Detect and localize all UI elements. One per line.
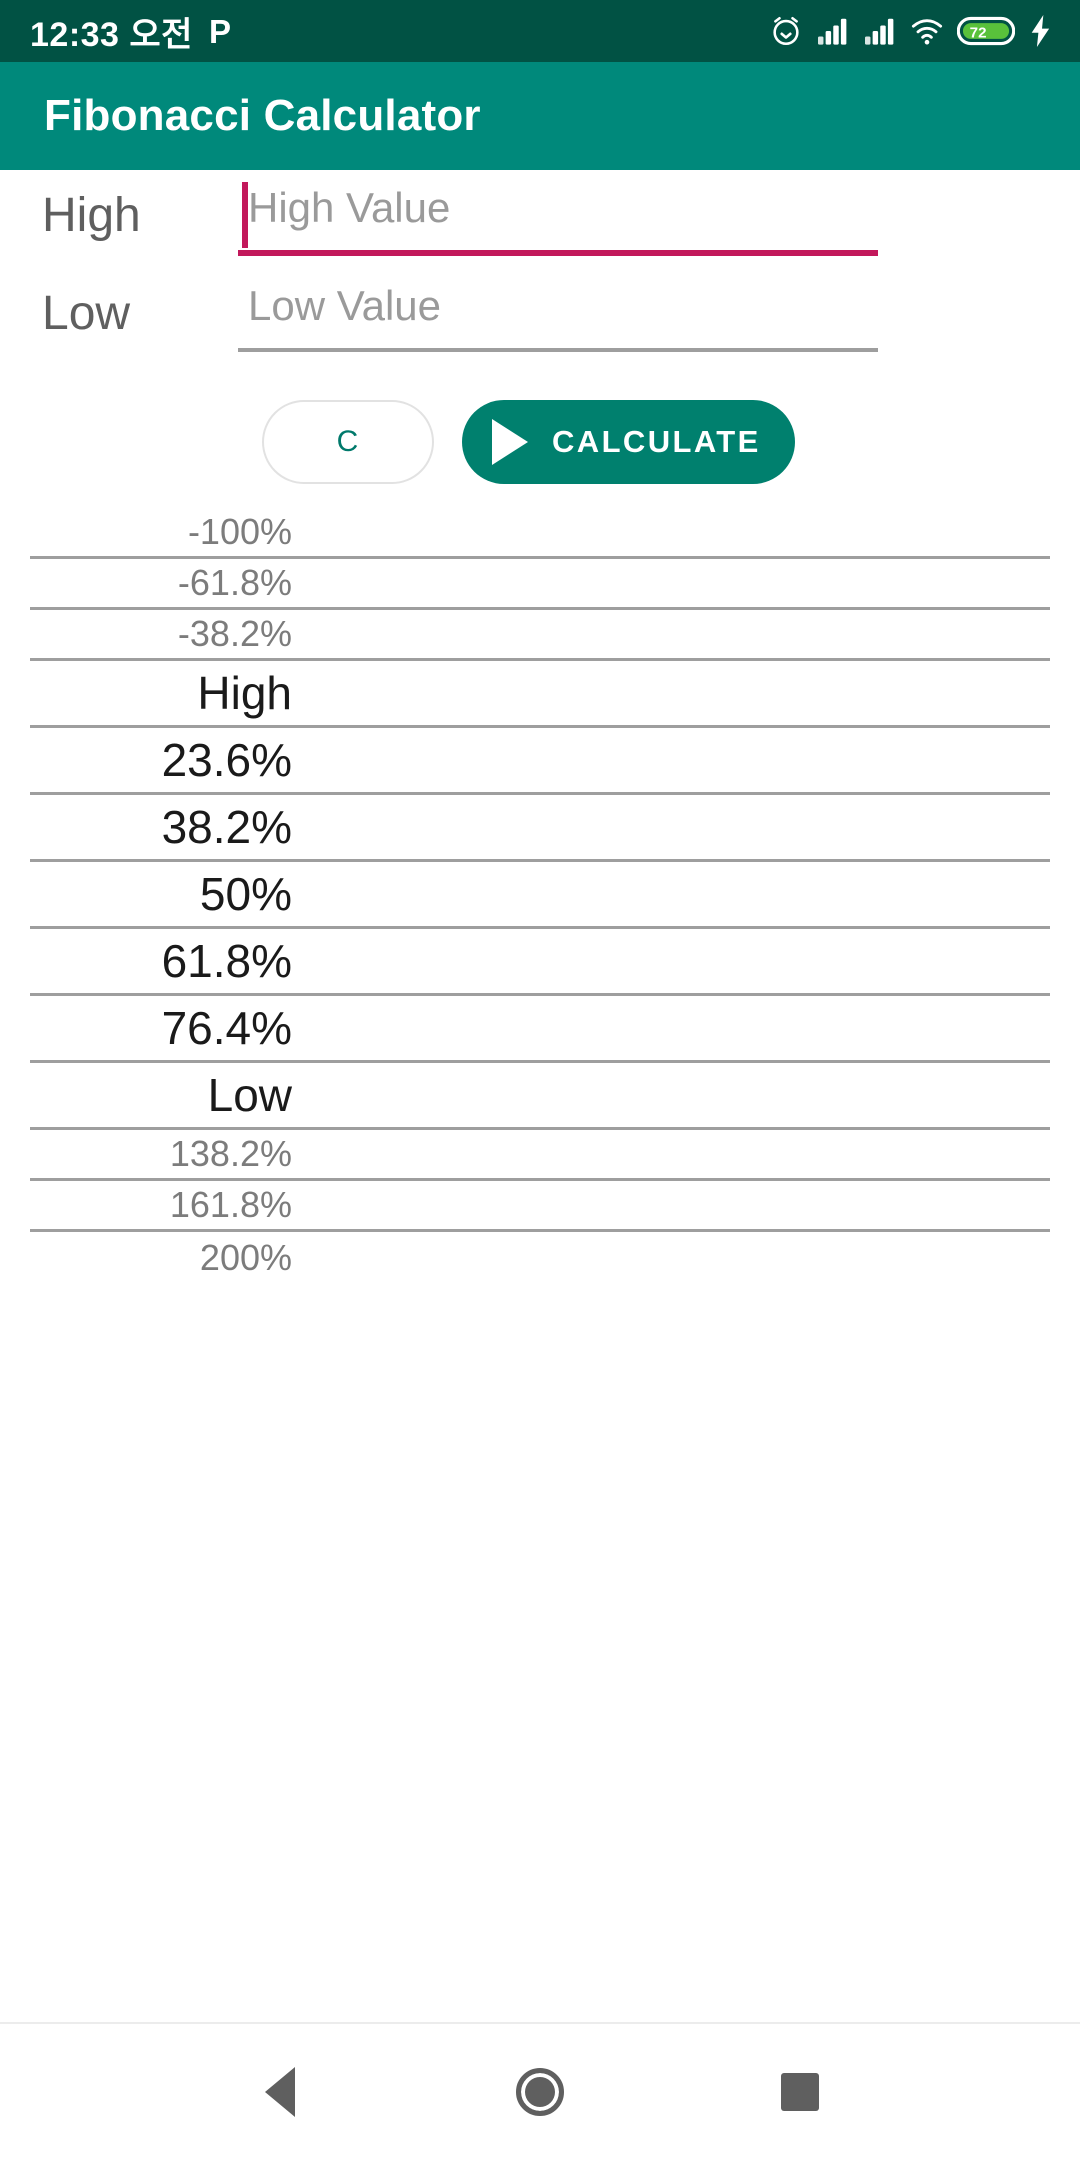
level-label: 50%	[199, 868, 292, 920]
app-title: Fibonacci Calculator	[44, 91, 481, 140]
signal-icon-1	[818, 18, 847, 45]
main-content: High Low C CALCULATE -100% -61.8% -38.2% Hi…	[0, 170, 1080, 1283]
table-row: 23.6%	[30, 728, 1050, 795]
level-label: 23.6%	[161, 734, 292, 786]
text-caret	[242, 182, 248, 248]
fibonacci-levels-list: -100% -61.8% -38.2% High 23.6% 38.2% 50% 61.8% 7…	[0, 508, 1080, 1283]
level-label: 61.8%	[161, 935, 292, 987]
charging-bolt-icon	[1031, 15, 1050, 47]
level-label: 200%	[199, 1236, 292, 1278]
low-field-row: Low	[0, 268, 1080, 366]
table-row: 138.2%	[30, 1130, 1050, 1181]
table-row: -100%	[30, 508, 1050, 559]
nav-back-button[interactable]	[220, 2032, 340, 2152]
high-field-row: High	[0, 170, 1080, 268]
status-bar-clock: 12:33 오전	[30, 15, 193, 54]
app-bar: Fibonacci Calculator	[0, 62, 1080, 170]
signal-icon-2	[865, 18, 894, 45]
p-app-icon: P	[208, 12, 231, 50]
low-input-wrap	[238, 268, 878, 352]
table-row: 38.2%	[30, 795, 1050, 862]
alarm-icon	[773, 16, 799, 46]
battery-icon: 72	[957, 16, 1015, 46]
status-bar-right: 72	[769, 14, 1054, 48]
level-label: 138.2%	[169, 1133, 292, 1174]
clear-button[interactable]: C	[262, 400, 434, 484]
level-label: High	[197, 667, 292, 719]
status-bar-left: 12:33 오전 P	[30, 7, 231, 56]
table-row: 161.8%	[30, 1181, 1050, 1232]
nav-home-button[interactable]	[480, 2032, 600, 2152]
table-row: Low	[30, 1063, 1050, 1130]
high-underline	[238, 250, 878, 256]
level-label: -38.2%	[177, 613, 292, 654]
back-icon	[265, 2067, 295, 2117]
wifi-icon	[911, 19, 943, 45]
home-icon	[516, 2068, 564, 2116]
android-nav-bar	[0, 2022, 1080, 2160]
high-value-input[interactable]	[238, 170, 878, 250]
table-row: -38.2%	[30, 610, 1050, 661]
table-row: 76.4%	[30, 996, 1050, 1063]
battery-level-text: 72	[970, 25, 987, 42]
low-underline	[238, 348, 878, 352]
calculate-button-label: CALCULATE	[552, 424, 761, 459]
high-input-wrap	[238, 170, 878, 256]
nav-recents-button[interactable]	[740, 2032, 860, 2152]
table-row: 50%	[30, 862, 1050, 929]
calculate-button[interactable]: CALCULATE	[462, 400, 795, 484]
level-label: -100%	[187, 511, 292, 552]
recents-icon	[781, 2073, 819, 2111]
level-label: 161.8%	[169, 1184, 292, 1225]
low-value-input[interactable]	[238, 268, 878, 348]
table-row: -61.8%	[30, 559, 1050, 610]
table-row: 61.8%	[30, 929, 1050, 996]
level-label: 76.4%	[161, 1002, 292, 1054]
level-label: Low	[207, 1069, 292, 1121]
status-bar: 12:33 오전 P 72	[0, 0, 1080, 62]
level-label: -61.8%	[177, 562, 292, 603]
table-row: High	[30, 661, 1050, 728]
action-button-row: C CALCULATE	[0, 400, 1080, 484]
level-label: 38.2%	[161, 801, 292, 853]
table-row: 200%	[30, 1232, 1050, 1283]
play-icon	[492, 419, 528, 465]
